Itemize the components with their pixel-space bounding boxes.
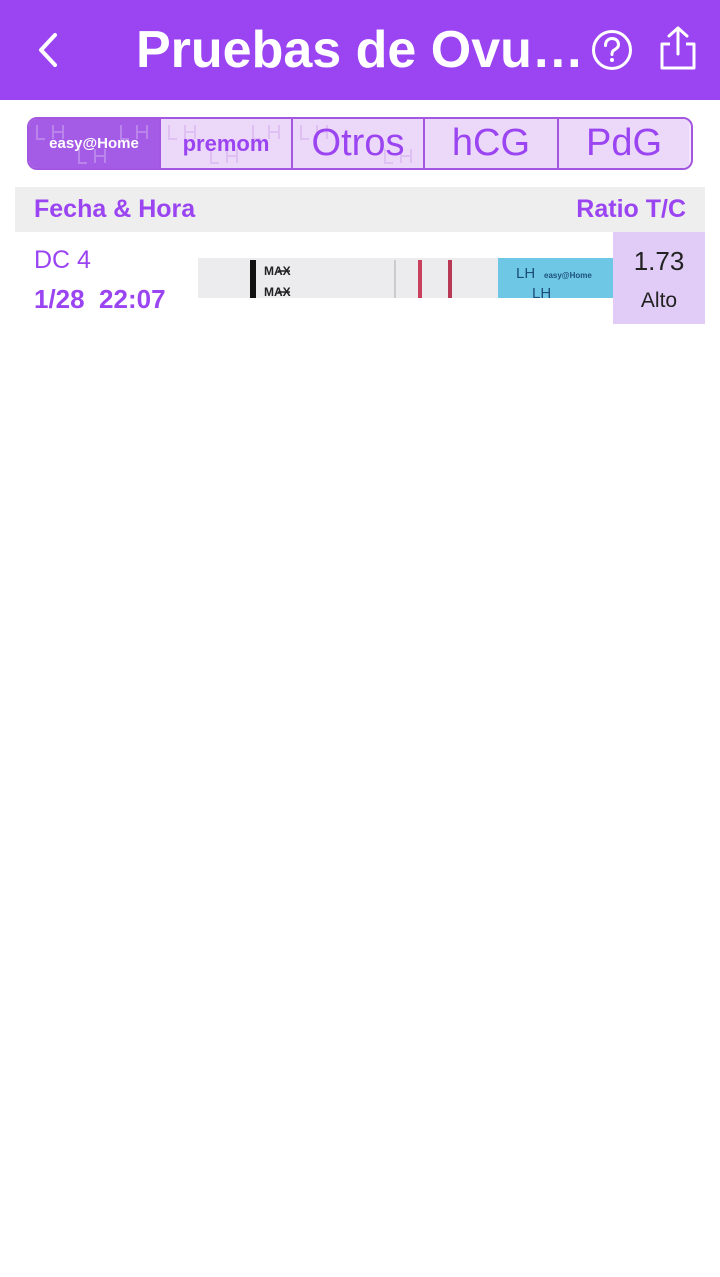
test-date-time: 1/28 22:07 (34, 284, 166, 314)
strip-lh-label: LH (532, 285, 551, 298)
help-button[interactable] (590, 28, 634, 72)
help-circle-icon (592, 30, 632, 70)
tab-label: hCG (451, 122, 531, 164)
column-header-date-time: Fecha & Hora (34, 195, 196, 223)
page-title: Pruebas de Ovu… (136, 21, 584, 79)
column-header-ratio: Ratio T/C (576, 195, 686, 223)
table-header: Fecha & Hora Ratio T/C (15, 187, 705, 232)
tab-label: Otros (311, 122, 405, 164)
ratio-value: 1.73 (633, 246, 685, 276)
tab-label: PdG (585, 122, 663, 164)
tab-easy-home[interactable]: easy@Home (29, 119, 161, 168)
strip-brand-label: easy@Home (544, 271, 592, 280)
share-icon (660, 26, 696, 70)
premom-logo: premom (182, 130, 270, 156)
ratio-level: Alto (640, 289, 678, 312)
test-strip-image[interactable]: MAX MAX LH easy@Home LH (198, 258, 614, 298)
tab-otros[interactable]: Otros (293, 119, 425, 168)
tab-hcg[interactable]: hCG (425, 119, 559, 168)
test-result-row[interactable]: DC 4 1/28 22:07 MAX MAX LH easy@Home LH … (15, 232, 705, 324)
app-header: Pruebas de Ovu… (0, 0, 720, 100)
tab-premom[interactable]: premom (161, 119, 293, 168)
ratio-cell: 1.73 Alto (613, 232, 705, 324)
share-button[interactable] (656, 24, 700, 72)
chevron-left-icon (39, 33, 57, 67)
easy-home-logo: easy@Home (49, 135, 139, 152)
back-button[interactable] (24, 26, 72, 74)
test-brand-tabs: easy@Home premom Otros hCG PdG (27, 117, 693, 170)
cycle-day: DC 4 (34, 246, 91, 274)
strip-lh-label: LH (516, 265, 535, 282)
tab-pdg[interactable]: PdG (559, 119, 689, 168)
